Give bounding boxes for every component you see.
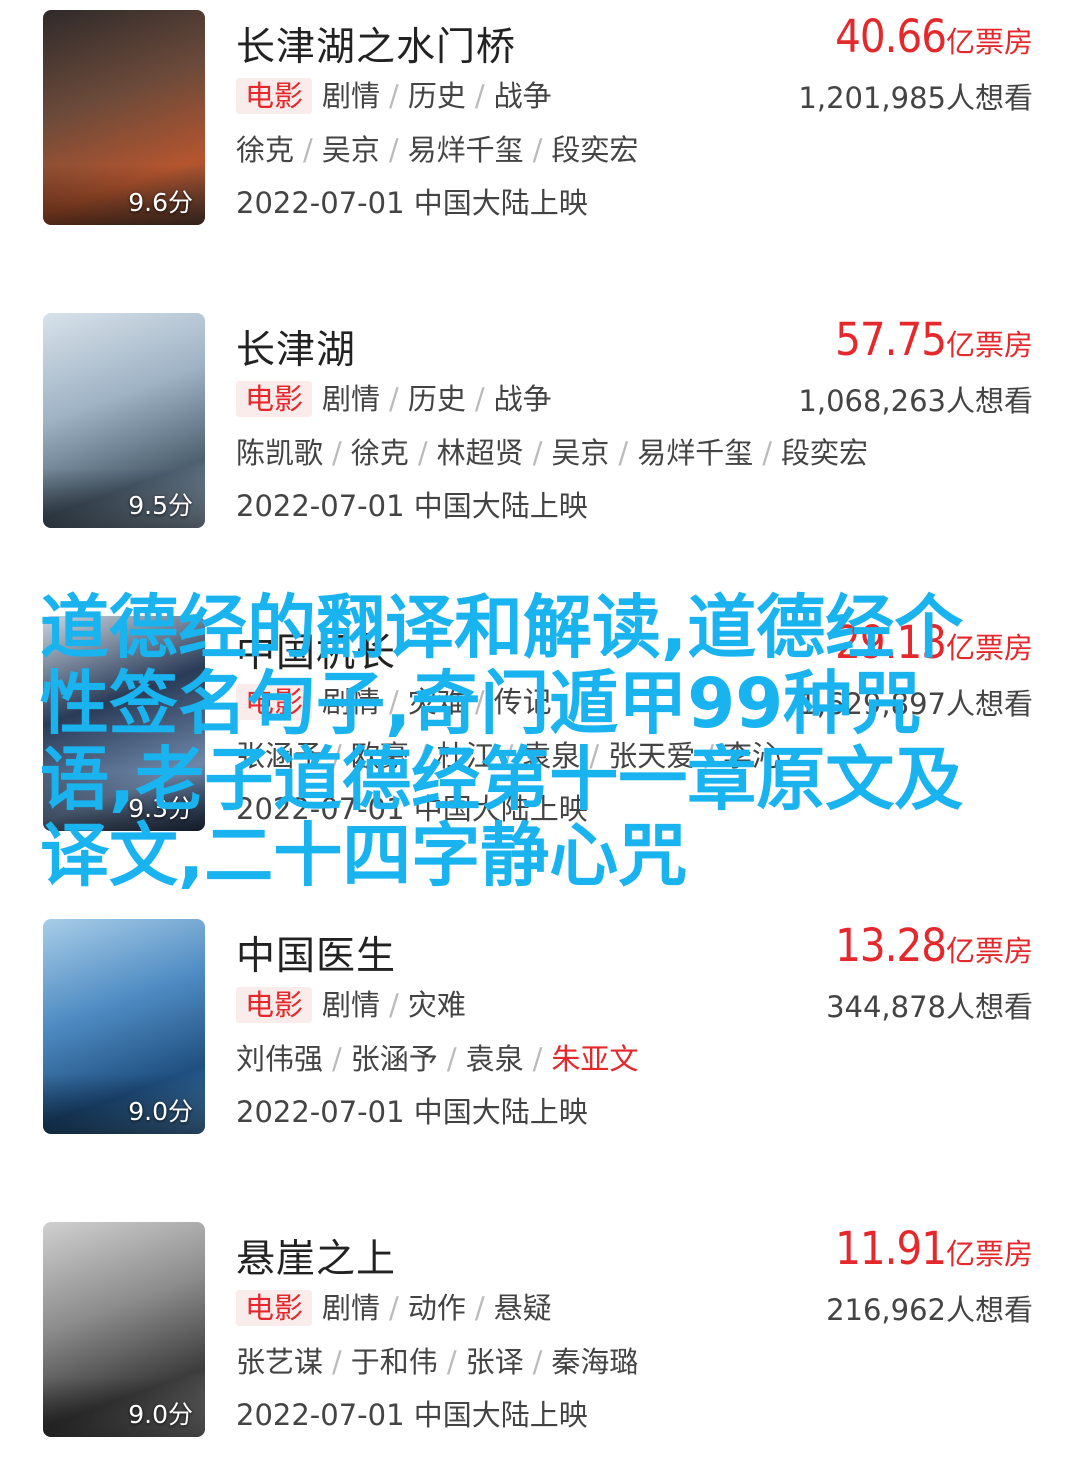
cast-member[interactable]: 张艺谋 (236, 1345, 323, 1379)
movie-poster[interactable]: 9.0分 (43, 1222, 205, 1437)
cast-row: 陈凯歌 / 徐克 / 林超贤 / 吴京 / 易烊千玺 / 段奕宏 (236, 430, 868, 472)
movie-poster[interactable]: 9.6分 (43, 10, 205, 225)
movie-poster[interactable]: 9.5分 (43, 313, 205, 528)
separator: / (532, 436, 543, 470)
movie-title[interactable]: 长津湖 (236, 319, 356, 375)
box-office-value: 40.66 (835, 10, 947, 63)
cast-row: 刘伟强 / 张涵予 / 袁泉 / 朱亚文 (236, 1036, 638, 1078)
separator: / (389, 79, 399, 113)
cast-member[interactable]: 易烊千玺 (408, 133, 524, 167)
box-office-value: 11.91 (835, 1222, 947, 1275)
separator: / (389, 1291, 399, 1325)
want-to-watch-count: 216,962人想看 (826, 1293, 1033, 1327)
separator: / (446, 1042, 457, 1076)
box-office: 57.75亿票房 (835, 313, 1033, 366)
cast-member[interactable]: 吴京 (551, 436, 609, 470)
cast-member[interactable]: 徐克 (351, 436, 409, 470)
movie-card[interactable]: 9.0分 悬崖之上 11.91亿票房 电影 剧情 / 动作 / 悬疑 216,962人想看… (0, 1212, 1079, 1437)
movie-card[interactable]: 9.0分 中国医生 13.28亿票房 电影 剧情 / 灾难 344,878人想看 刘伟… (0, 909, 1079, 1134)
want-to-watch-count: 1,068,263人想看 (798, 384, 1033, 418)
cast-member[interactable]: 陈凯歌 (236, 436, 323, 470)
genre-label: 剧情 (322, 988, 381, 1022)
cast-member[interactable]: 吴京 (322, 133, 380, 167)
genre-row: 电影 剧情 / 历史 / 战争 (236, 73, 552, 115)
rating-score: 9.6分 (128, 188, 193, 217)
separator: / (332, 1345, 342, 1379)
cast-member[interactable]: 朱亚文 (551, 1042, 638, 1076)
separator: / (474, 382, 485, 416)
movie-card[interactable]: 9.6分 长津湖之水门桥 40.66亿票房 电影 剧情 / 历史 / 战争 1,201,9… (0, 0, 1079, 225)
separator: / (474, 1291, 485, 1325)
separator: / (532, 1345, 543, 1379)
release-info: 2022-07-01 中国大陆上映 (236, 489, 588, 523)
genre-label: 剧情 (322, 382, 381, 416)
box-office: 40.66亿票房 (835, 10, 1033, 63)
release-info: 2022-07-01 中国大陆上映 (236, 1398, 588, 1432)
release-info: 2022-07-01 中国大陆上映 (236, 186, 588, 220)
box-office-unit: 亿票房 (945, 25, 1033, 59)
genre-label: 悬疑 (493, 1291, 552, 1325)
release-info: 2022-07-01 中国大陆上映 (236, 1095, 588, 1129)
box-office: 11.91亿票房 (835, 1222, 1033, 1275)
separator: / (762, 436, 772, 470)
genre-label: 战争 (493, 79, 552, 113)
separator: / (618, 436, 629, 470)
cast-row: 张艺谋 / 于和伟 / 张译 / 秦海璐 (236, 1339, 638, 1381)
box-office-unit: 亿票房 (945, 934, 1033, 968)
cast-row: 徐克 / 吴京 / 易烊千玺 / 段奕宏 (236, 127, 638, 169)
box-office-unit: 亿票房 (945, 328, 1033, 362)
cast-member[interactable]: 张译 (466, 1345, 524, 1379)
movie-title[interactable]: 中国医生 (236, 925, 396, 981)
want-to-watch-count: 344,878人想看 (826, 990, 1033, 1024)
rating-score: 9.0分 (128, 1400, 193, 1429)
separator: / (389, 382, 399, 416)
box-office: 13.28亿票房 (835, 919, 1033, 972)
genre-row: 电影 剧情 / 历史 / 战争 (236, 376, 552, 418)
genre-label: 战争 (493, 382, 552, 416)
genre-label: 剧情 (322, 79, 381, 113)
genre-label: 灾难 (407, 988, 466, 1022)
cast-member[interactable]: 刘伟强 (236, 1042, 323, 1076)
movie-title[interactable]: 悬崖之上 (236, 1228, 396, 1284)
movie-title[interactable]: 长津湖之水门桥 (236, 16, 516, 72)
movie-card[interactable]: 9.5分 长津湖 57.75亿票房 电影 剧情 / 历史 / 战争 1,068,263人想… (0, 303, 1079, 528)
box-office-unit: 亿票房 (945, 1237, 1033, 1271)
separator: / (532, 1042, 543, 1076)
genre-row: 电影 剧情 / 动作 / 悬疑 (236, 1285, 552, 1327)
type-badge: 电影 (236, 987, 313, 1023)
cast-member[interactable]: 林超贤 (437, 436, 524, 470)
separator: / (332, 1042, 342, 1076)
want-to-watch-count: 1,201,985人想看 (798, 81, 1033, 115)
box-office-value: 57.75 (835, 313, 947, 366)
genre-row: 电影 剧情 / 灾难 (236, 982, 466, 1024)
separator: / (532, 133, 543, 167)
box-office-value: 13.28 (835, 919, 947, 972)
genre-label: 历史 (407, 382, 466, 416)
cast-member[interactable]: 秦海璐 (551, 1345, 638, 1379)
separator: / (303, 133, 313, 167)
rating-score: 9.5分 (128, 491, 193, 520)
cast-member[interactable]: 易烊千玺 (637, 436, 753, 470)
separator: / (417, 436, 428, 470)
type-badge: 电影 (236, 1290, 313, 1326)
cast-member[interactable]: 袁泉 (466, 1042, 524, 1076)
genre-label: 动作 (407, 1291, 466, 1325)
rating-score: 9.0分 (128, 1097, 193, 1126)
cast-member[interactable]: 段奕宏 (781, 436, 868, 470)
separator: / (332, 436, 342, 470)
cast-member[interactable]: 段奕宏 (551, 133, 638, 167)
separator: / (388, 133, 399, 167)
cast-member[interactable]: 于和伟 (351, 1345, 438, 1379)
separator: / (474, 79, 485, 113)
separator: / (446, 1345, 457, 1379)
type-badge: 电影 (236, 78, 313, 114)
separator: / (389, 988, 399, 1022)
cast-member[interactable]: 徐克 (236, 133, 294, 167)
type-badge: 电影 (236, 381, 313, 417)
movie-poster[interactable]: 9.0分 (43, 919, 205, 1134)
genre-label: 剧情 (322, 1291, 381, 1325)
cast-member[interactable]: 张涵予 (351, 1042, 438, 1076)
overlay-caption: 道德经的翻译和解读,道德经个性签名句子,奇门遁甲99种咒语,老子道德经第十一章原… (40, 588, 964, 896)
genre-label: 历史 (407, 79, 466, 113)
